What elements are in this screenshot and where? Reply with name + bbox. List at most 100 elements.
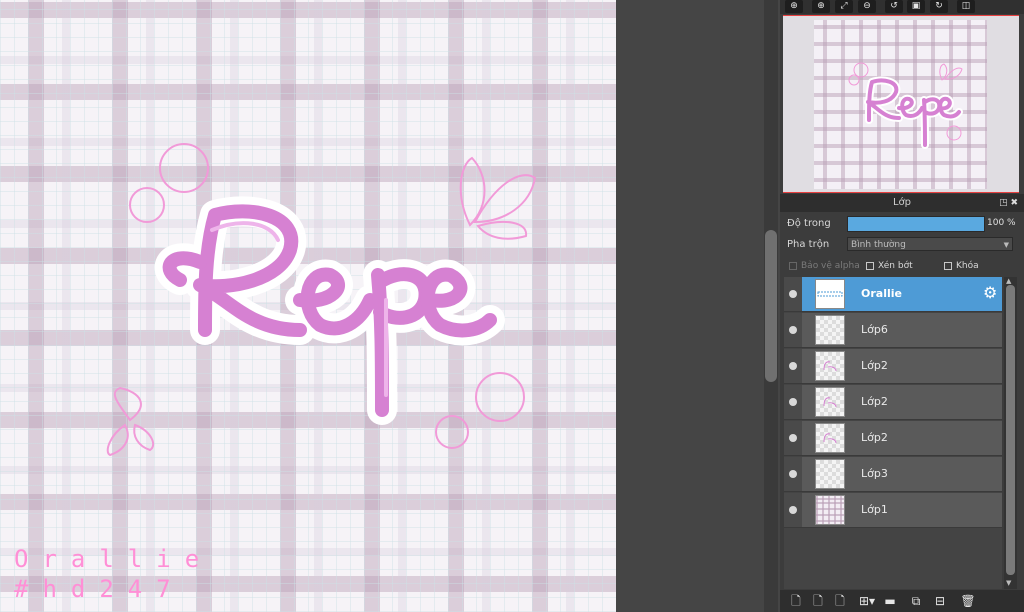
bubble-shape [435,415,469,449]
layer-name: Orallie [861,287,902,300]
zoom-in-icon[interactable]: ⊕ [812,0,830,13]
delete-layer-icon[interactable]: 🗑 [960,593,976,609]
layer-thumbnail [815,423,845,453]
layer-row-lop3[interactable]: Lớp3 [784,457,1002,492]
right-panel: ⊕ ⊕ ⤢ ⊖ ↺ ▣ ↻ ◫ Lớp ◳ ✖ Độ trong 100 % P… [780,0,1024,612]
canvas-artwork [106,143,537,457]
clipping-checkbox[interactable]: Xén bớt [866,261,913,271]
layer-name: Lớp6 [861,323,888,336]
layer-name: Lớp2 [861,359,888,372]
leaf-shape [113,386,142,422]
eye-icon [789,434,797,442]
protect-alpha-label: Bảo vệ alpha [801,261,860,271]
layer-row-orallie[interactable]: Orallie ⚙ [784,277,1002,312]
layer-row-lop2[interactable]: Lớp2 [784,385,1002,420]
visibility-toggle[interactable] [784,313,802,347]
checkbox-box [866,262,874,270]
zoom-fit-icon[interactable]: ⊕ [785,0,803,13]
add-layer-menu-icon[interactable]: ⊞▾ [856,593,878,609]
eye-icon [789,326,797,334]
thumbnail-art [823,433,837,444]
eye-icon [789,506,797,514]
lettering-logo [154,196,505,425]
opacity-value: 100 % [987,218,1016,228]
layer-list-scroll-thumb[interactable] [1006,285,1015,575]
checkbox-box [944,262,952,270]
rotate-right-icon[interactable]: ↻ [930,0,948,13]
fit-screen-icon[interactable]: ⤢ [835,0,853,13]
drawing-canvas[interactable]: Orallie #hd247 [0,0,616,612]
undock-icon[interactable]: ◳ [999,198,1008,208]
eye-icon [789,398,797,406]
leaf-shape [106,423,129,457]
preview-thumbnail [814,20,987,189]
flip-icon[interactable]: ◫ [957,0,975,13]
layer-toolbar: 🗋 🗋 🗋 ⊞▾ ▬ ⧉ ⊟ 🗑 [780,590,1024,612]
visibility-toggle[interactable] [784,277,802,311]
layer-thumbnail [815,459,845,489]
bubble-shape [159,143,209,193]
protect-alpha-checkbox[interactable]: Bảo vệ alpha [789,261,860,271]
leaf-shape [133,423,155,452]
close-icon[interactable]: ✖ [1010,198,1018,208]
layer-row-lop2[interactable]: Lớp2 [784,349,1002,384]
eye-icon [789,362,797,370]
duplicate-layer-icon[interactable]: ⧉ [908,593,924,609]
chevron-down-icon: ▼ [1003,241,1009,249]
leaf-shape [459,156,486,227]
eye-icon [789,470,797,478]
gear-icon[interactable]: ⚙ [983,285,997,301]
navigator-toolbar: ⊕ ⊕ ⤢ ⊖ ↺ ▣ ↻ ◫ [780,0,1024,14]
visibility-toggle[interactable] [784,457,802,491]
blend-mode-value: Bình thường [851,240,906,250]
opacity-slider[interactable] [847,216,985,232]
navigator-preview[interactable] [783,15,1019,193]
new-layer-icon[interactable]: 🗋 [788,593,804,609]
layer-name: Lớp1 [861,503,888,516]
layer-panel-title: Lớp [892,197,912,208]
layer-thumbnail [815,387,845,417]
layer-name: Lớp2 [861,431,888,444]
text-thumbnail-art [817,291,843,297]
new-halftone-layer-icon[interactable]: 🗋 [810,593,826,609]
canvas-scrollbar-thumb[interactable] [765,230,777,382]
layer-panel-header: Lớp ◳ ✖ [780,194,1024,212]
blend-mode-select[interactable]: Bình thường ▼ [847,237,1013,251]
layer-thumbnail [815,279,845,309]
watermark-tag: #hd247 [14,575,185,603]
layer-thumbnail [815,495,845,525]
layer-thumbnail [815,351,845,381]
visibility-toggle[interactable] [784,493,802,527]
layer-row-lop2[interactable]: Lớp2 [784,421,1002,456]
scroll-up-icon[interactable]: ▲ [1006,277,1011,285]
preview-art [848,62,963,149]
folder-icon[interactable]: ▬ [882,593,898,609]
clipping-label: Xén bớt [878,261,913,271]
visibility-toggle[interactable] [784,349,802,383]
layer-row-lop6[interactable]: Lớp6 [784,313,1002,348]
actual-size-icon[interactable]: ▣ [907,0,925,13]
visibility-toggle[interactable] [784,421,802,455]
eye-icon [789,290,797,298]
new-folder-layer-icon[interactable]: 🗋 [832,593,848,609]
layer-row-lop1[interactable]: Lớp1 [784,493,1002,528]
layer-name: Lớp2 [861,395,888,408]
blend-mode-label: Pha trộn [787,239,830,250]
visibility-toggle[interactable] [784,385,802,419]
layer-thumbnail [815,315,845,345]
merge-layer-icon[interactable]: ⊟ [932,593,948,609]
watermark-name: Orallie [14,545,214,573]
leaf-shape [476,220,528,240]
rotate-left-icon[interactable]: ↺ [885,0,903,13]
bubble-shape [129,187,165,223]
bubble-shape [475,372,525,422]
thumbnail-art [823,397,837,408]
layer-name: Lớp3 [861,467,888,480]
layer-list-scrollbar[interactable]: ▲ ▼ [1004,277,1017,589]
canvas-scrollbar[interactable] [764,0,778,612]
scroll-down-icon[interactable]: ▼ [1006,579,1011,587]
opacity-label: Độ trong [787,218,831,229]
lock-checkbox[interactable]: Khóa [944,261,979,271]
zoom-out-icon[interactable]: ⊖ [858,0,876,13]
checkbox-box [789,262,797,270]
